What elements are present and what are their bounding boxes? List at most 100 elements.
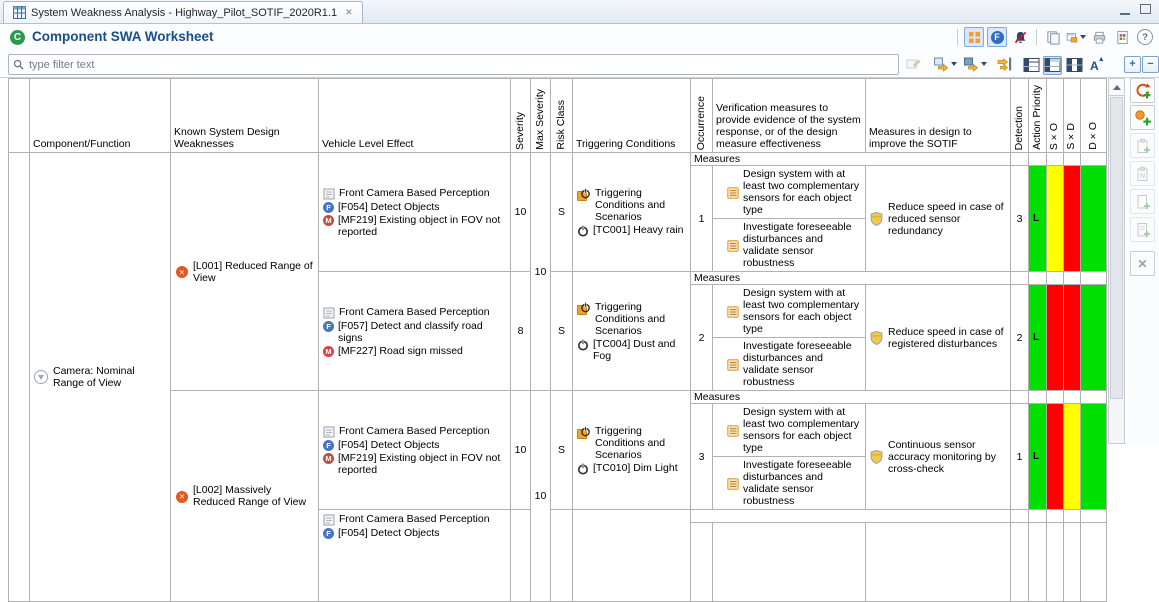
cell-severity[interactable]: 10 bbox=[511, 153, 531, 272]
cell-triggering-conditions[interactable]: Triggering Conditions and Scenarios [TC0… bbox=[573, 391, 691, 510]
tab-title: System Weakness Analysis - Highway_Pilot… bbox=[31, 7, 337, 19]
effect-system-label: Front Camera Based Perception bbox=[339, 187, 506, 199]
cell-risk-class[interactable] bbox=[551, 510, 573, 602]
maximize-button[interactable] bbox=[1140, 4, 1151, 14]
weakness-label: [L002] Massively Reduced Range of View bbox=[193, 484, 313, 508]
toolbar-separator bbox=[957, 29, 958, 45]
cell-severity[interactable] bbox=[511, 510, 531, 602]
cell-risk-class[interactable]: S bbox=[551, 272, 573, 391]
edit-button[interactable] bbox=[905, 56, 921, 72]
band-strip bbox=[1064, 510, 1081, 523]
verification-measure-label: Investigate foreseeable disturbances and… bbox=[743, 221, 862, 269]
cell-verification-measures[interactable]: Design system with at least two compleme… bbox=[713, 404, 866, 510]
cell-weakness[interactable]: ✕ [L002] Massively Reduced Range of View bbox=[171, 391, 319, 602]
measures-band: Measures bbox=[691, 272, 1011, 285]
cell-sxo bbox=[1047, 404, 1064, 510]
cell-detection[interactable]: 1 bbox=[1011, 404, 1029, 510]
new-page-entry-button[interactable] bbox=[1130, 189, 1155, 214]
cell-dxo bbox=[1081, 166, 1107, 272]
export-report-button[interactable] bbox=[1112, 27, 1132, 47]
grid-icon bbox=[968, 31, 981, 44]
cell-occurrence[interactable]: 3 bbox=[691, 404, 713, 510]
filter-input[interactable] bbox=[27, 58, 898, 72]
new-page-child-entry-button[interactable] bbox=[1130, 217, 1155, 242]
band-strip bbox=[1047, 510, 1064, 523]
filter-settings-button[interactable] bbox=[997, 56, 1014, 72]
mute-notifications-button[interactable] bbox=[1010, 27, 1030, 47]
cell-action-priority[interactable]: L bbox=[1029, 404, 1047, 510]
cell-risk-class[interactable]: S bbox=[551, 391, 573, 510]
expand-all-button[interactable]: + bbox=[1124, 56, 1141, 73]
malfunction-icon: M bbox=[323, 453, 334, 464]
copy-button[interactable] bbox=[1043, 27, 1063, 47]
cell-effect[interactable]: Front Camera Based Perception F[F054] De… bbox=[319, 391, 511, 510]
cell-occurrence[interactable] bbox=[691, 523, 713, 602]
merge-into-model-button[interactable] bbox=[933, 56, 957, 72]
cell-occurrence[interactable]: 1 bbox=[691, 166, 713, 272]
cell-action-priority[interactable]: L bbox=[1029, 166, 1047, 272]
cell-triggering-conditions[interactable]: Triggering Conditions and Scenarios [TC0… bbox=[573, 153, 691, 272]
cell-verification-measures[interactable]: Design system with at least two compleme… bbox=[713, 166, 866, 272]
cell-design-measure[interactable] bbox=[866, 523, 1011, 602]
cell-action-priority[interactable] bbox=[1029, 523, 1047, 602]
cell-action-priority[interactable]: L bbox=[1029, 285, 1047, 391]
cell-effect[interactable]: Front Camera Based Perception F[F057] De… bbox=[319, 272, 511, 391]
cell-dxo bbox=[1081, 523, 1107, 602]
cell-detection[interactable]: 2 bbox=[1011, 285, 1029, 391]
form-header: C Component SWA Worksheet F ? bbox=[0, 24, 1159, 52]
delete-button[interactable]: ✕ bbox=[1130, 251, 1155, 276]
tab-close-icon[interactable]: ✕ bbox=[345, 7, 353, 18]
band-strip bbox=[1081, 272, 1107, 285]
cell-design-measure[interactable]: Reduce speed in case of reduced sensor r… bbox=[866, 166, 1011, 272]
table-layout-2-button[interactable] bbox=[1043, 56, 1062, 75]
cell-weakness[interactable]: ✕ [L001] Reduced Range of View bbox=[171, 153, 319, 391]
cell-risk-class[interactable]: S bbox=[551, 153, 573, 272]
function-badge-icon: F bbox=[991, 31, 1004, 44]
new-window-button[interactable] bbox=[1066, 27, 1086, 47]
muted-bell-icon bbox=[1013, 30, 1028, 45]
cell-verification-measures[interactable]: Design system with at least two compleme… bbox=[713, 285, 866, 391]
cell-triggering-conditions[interactable] bbox=[573, 510, 691, 602]
add-entry-button[interactable] bbox=[1130, 78, 1155, 103]
help-button[interactable]: ? bbox=[1135, 27, 1155, 47]
scrollbar-thumb[interactable] bbox=[1110, 97, 1123, 399]
cell-effect[interactable]: Front Camera Based Perception F[F054] De… bbox=[319, 510, 511, 602]
cell-component[interactable]: Camera: Nominal Range of View bbox=[30, 153, 171, 602]
effect-malfunction-label: [MF219] Existing object in FOV not repor… bbox=[338, 214, 506, 238]
help-icon: ? bbox=[1137, 29, 1153, 45]
cell-occurrence[interactable]: 2 bbox=[691, 285, 713, 391]
cell-severity[interactable]: 10 bbox=[511, 391, 531, 510]
system-icon bbox=[323, 426, 335, 438]
cell-triggering-conditions[interactable]: Triggering Conditions and Scenarios [TC0… bbox=[573, 272, 691, 391]
function-icon: F bbox=[323, 202, 334, 213]
cell-detection[interactable]: 3 bbox=[1011, 166, 1029, 272]
editor-tab[interactable]: System Weakness Analysis - Highway_Pilot… bbox=[3, 1, 363, 23]
vertical-scrollbar[interactable] bbox=[1108, 78, 1125, 444]
minimize-button[interactable] bbox=[1120, 4, 1130, 15]
header-row: Component/Function Known System Design W… bbox=[9, 79, 1107, 153]
search-icon bbox=[13, 59, 24, 70]
paste-named-entry-button[interactable]: N bbox=[1130, 161, 1155, 186]
paste-entry-button[interactable] bbox=[1130, 133, 1155, 158]
add-child-entry-button[interactable] bbox=[1130, 105, 1155, 130]
merge-into-model-alt-button[interactable] bbox=[963, 56, 987, 72]
collapse-all-button[interactable]: − bbox=[1142, 56, 1159, 73]
cell-severity[interactable]: 8 bbox=[511, 272, 531, 391]
font-increase-button[interactable]: A▲ bbox=[1090, 59, 1104, 73]
print-button[interactable] bbox=[1089, 27, 1109, 47]
cell-design-measure[interactable]: Reduce speed in case of registered distu… bbox=[866, 285, 1011, 391]
function-filter-button[interactable]: F bbox=[987, 27, 1007, 47]
cell-effect[interactable]: Front Camera Based Perception F[F054] De… bbox=[319, 153, 511, 272]
cell-design-measure[interactable]: Continuous sensor accuracy monitoring by… bbox=[866, 404, 1011, 510]
table-layout-1-button[interactable] bbox=[1022, 56, 1041, 75]
cell-verification-measures[interactable] bbox=[713, 523, 866, 602]
table-layout-3-button[interactable] bbox=[1065, 56, 1084, 75]
scroll-up-button[interactable] bbox=[1109, 79, 1124, 96]
tc-item-label: [TC001] Heavy rain bbox=[593, 224, 686, 236]
row-gutter bbox=[9, 153, 30, 602]
effect-function-label: [F054] Detect Objects bbox=[338, 527, 506, 539]
caret-up-icon: ▲ bbox=[1098, 56, 1105, 63]
table-layout-1-icon bbox=[1023, 57, 1040, 74]
grid-view-button[interactable] bbox=[964, 27, 984, 47]
cell-detection[interactable] bbox=[1011, 523, 1029, 602]
